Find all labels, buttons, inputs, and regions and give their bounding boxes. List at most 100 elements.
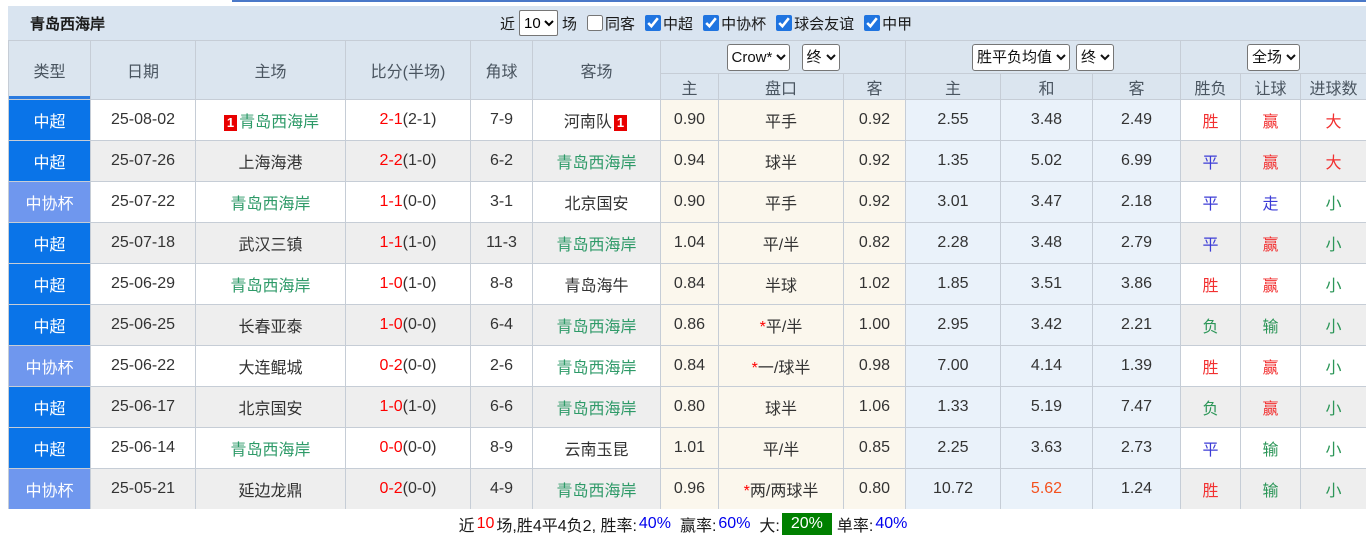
sub-header-ah-home: 主 <box>660 73 719 100</box>
match-history-panel: 青岛西海岸 近 10 场 同客 中超中协杯球会友谊中甲 类型 日期 主场 <box>0 0 1366 539</box>
score-cell: 0-2(0-0) <box>345 345 471 387</box>
ah-time-select[interactable]: 终 <box>801 43 840 71</box>
away-team-link[interactable]: 青岛西海岸 <box>556 237 636 254</box>
goals-cell: 小 <box>1300 386 1366 428</box>
home-team-link[interactable]: 武汉三镇 <box>238 237 302 254</box>
league-checkbox-2[interactable] <box>776 15 793 31</box>
home-team-link[interactable]: 青岛西海岸 <box>230 442 310 459</box>
ah-line-text: 球半 <box>764 401 797 418</box>
away-team-link[interactable]: 青岛海牛 <box>564 278 628 295</box>
home-team-link[interactable]: 青岛西海岸 <box>230 196 310 213</box>
league-cell[interactable]: 中协杯 <box>8 345 91 387</box>
corners-cell: 3-1 <box>470 181 533 223</box>
away-team-link[interactable]: 青岛西海岸 <box>556 360 636 377</box>
summary-count: 10 <box>476 515 495 532</box>
home-rank-badge: 1 <box>223 115 238 131</box>
ah-line-text: 一/球半 <box>757 360 811 377</box>
away-team-link[interactable]: 青岛西海岸 <box>556 155 636 172</box>
halftime-score: (1-0) <box>402 275 437 292</box>
home-team-cell: 1 青岛西海岸 <box>195 99 346 141</box>
eu-home-odds: 2.25 <box>905 427 1001 469</box>
scope-select[interactable]: 全场 <box>1247 43 1301 71</box>
handicap-result-cell: 赢 <box>1240 222 1302 264</box>
league-label-0: 中超 <box>663 15 694 33</box>
ah-company-select[interactable]: Crow* <box>726 43 790 71</box>
table-row: 中协杯 25-07-22 青岛西海岸 1-1(0-0) 3-1 北京国安 0.9… <box>8 181 1366 223</box>
away-team-cell: 青岛西海岸 <box>532 140 661 182</box>
league-checkbox-1[interactable] <box>703 15 720 31</box>
away-team-link[interactable]: 青岛西海岸 <box>556 401 636 418</box>
ah-home-odds: 0.94 <box>660 140 719 182</box>
away-team-cell: 青岛西海岸 <box>532 304 661 346</box>
ah-line-cell: 平手 <box>718 99 844 141</box>
result-cell: 负 <box>1180 386 1242 428</box>
home-team-link[interactable]: 青岛西海岸 <box>239 114 319 131</box>
home-team-link[interactable]: 长春亚泰 <box>238 319 302 336</box>
home-team-link[interactable]: 北京国安 <box>238 401 302 418</box>
goals-cell: 大 <box>1300 99 1366 141</box>
away-team-cell: 青岛西海岸 <box>532 386 661 428</box>
score-cell: 2-1(2-1) <box>345 99 471 141</box>
away-team-link[interactable]: 青岛西海岸 <box>556 483 636 500</box>
eu-time-select[interactable]: 终 <box>1076 43 1115 71</box>
handicap-result-cell: 赢 <box>1240 140 1302 182</box>
home-team-cell: 上海海港 <box>195 140 346 182</box>
table-row: 中超 25-07-26 上海海港 2-2(1-0) 6-2 青岛西海岸 0.94… <box>8 140 1366 182</box>
league-cell[interactable]: 中超 <box>8 304 91 346</box>
league-filter-2: 球会友谊 <box>766 13 854 34</box>
ah-home-odds: 0.84 <box>660 263 719 305</box>
corners-cell: 7-9 <box>470 99 533 141</box>
away-team-link[interactable]: 北京国安 <box>564 196 628 213</box>
ah-away-odds: 0.92 <box>843 99 906 141</box>
ah-line-text: 平/半 <box>762 442 800 459</box>
home-team-cell: 长春亚泰 <box>195 304 346 346</box>
eu-away-odds: 6.99 <box>1091 140 1182 182</box>
result-cell: 平 <box>1180 427 1242 469</box>
same-opponent-checkbox[interactable] <box>587 15 604 31</box>
away-team-link[interactable]: 青岛西海岸 <box>556 319 636 336</box>
eu-home-odds: 1.85 <box>905 263 1001 305</box>
home-team-link[interactable]: 延边龙鼎 <box>238 483 302 500</box>
eu-company-select[interactable]: 胜平负均值 <box>972 43 1071 71</box>
league-cell[interactable]: 中超 <box>8 263 91 305</box>
halftime-score: (1-0) <box>402 152 437 169</box>
away-team-link[interactable]: 河南队 <box>564 114 612 131</box>
sub-header-eu-draw: 和 <box>1000 73 1093 100</box>
away-team-link[interactable]: 云南玉昆 <box>564 442 628 459</box>
eu-away-odds: 2.73 <box>1091 427 1182 469</box>
home-team-link[interactable]: 上海海港 <box>238 155 302 172</box>
ah-away-odds: 0.80 <box>843 468 906 510</box>
league-cell[interactable]: 中超 <box>8 222 91 264</box>
date-cell: 25-06-25 <box>90 304 196 346</box>
eu-home-odds: 2.55 <box>905 99 1001 141</box>
date-cell: 25-06-17 <box>90 386 196 428</box>
home-team-cell: 武汉三镇 <box>195 222 346 264</box>
home-team-link[interactable]: 大连鲲城 <box>238 360 302 377</box>
home-team-link[interactable]: 青岛西海岸 <box>230 278 310 295</box>
eu-draw-odds: 5.19 <box>1000 386 1093 428</box>
ah-line-text: 平/半 <box>765 319 803 336</box>
result-cell: 平 <box>1180 222 1242 264</box>
table-row: 中超 25-06-29 青岛西海岸 1-0(1-0) 8-8 青岛海牛 0.84… <box>8 263 1366 305</box>
league-cell[interactable]: 中超 <box>8 427 91 469</box>
league-cell[interactable]: 中协杯 <box>8 181 91 223</box>
ah-home-odds: 0.86 <box>660 304 719 346</box>
summary-odd-pct: 40% <box>875 515 908 532</box>
league-cell[interactable]: 中超 <box>8 386 91 428</box>
away-team-cell: 青岛西海岸 <box>532 222 661 264</box>
league-cell[interactable]: 中协杯 <box>8 468 91 510</box>
goals-cell: 小 <box>1300 345 1366 387</box>
league-checkbox-0[interactable] <box>645 15 662 31</box>
eu-away-odds: 2.18 <box>1091 181 1182 223</box>
league-cell[interactable]: 中超 <box>8 99 91 141</box>
same-opponent-filter: 同客 <box>577 13 635 34</box>
league-cell[interactable]: 中超 <box>8 140 91 182</box>
score-cell: 0-0(0-0) <box>345 427 471 469</box>
eu-away-odds: 3.86 <box>1091 263 1182 305</box>
league-checkbox-3[interactable] <box>864 15 881 31</box>
eu-draw-odds: 3.63 <box>1000 427 1093 469</box>
halftime-score: (1-0) <box>402 234 437 251</box>
ah-line-text: 平/半 <box>762 237 800 254</box>
col-header-type[interactable]: 类型 <box>8 40 91 100</box>
recent-count-select[interactable]: 10 <box>519 10 559 36</box>
